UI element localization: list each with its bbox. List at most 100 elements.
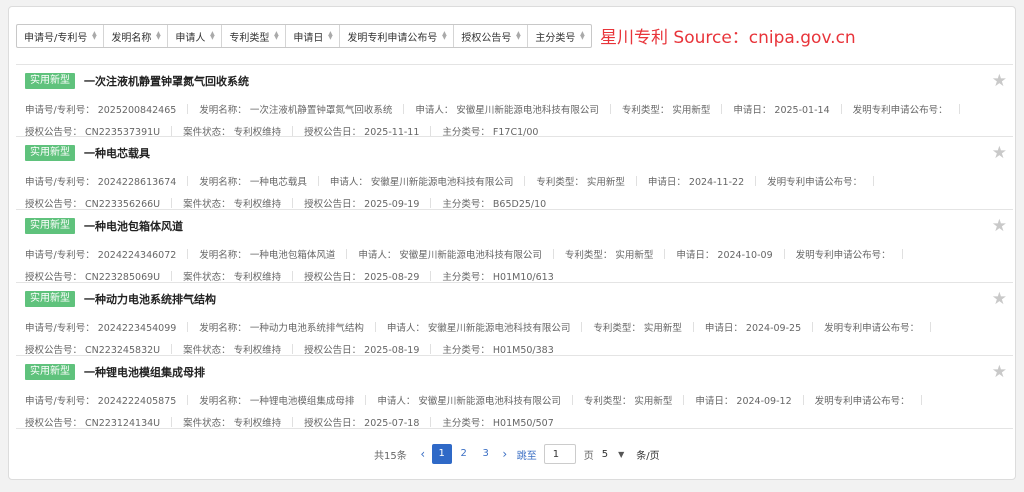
page-size-select[interactable]: 5 ▼ (602, 449, 625, 460)
application-date: 申请日： 2024-11-22 (647, 177, 745, 188)
star-icon[interactable]: ★ (992, 143, 1007, 163)
item-header: 实用新型 一种电池包箱体风道 (25, 218, 183, 234)
page-1[interactable]: 1 (431, 444, 452, 464)
item-header: 实用新型 一种锂电池模组集成母排 (25, 364, 205, 380)
sort-label: 发明专利申请公布号 (347, 32, 438, 44)
publication-number: 发明专利申请公布号： (814, 396, 910, 407)
sort-invention-name[interactable]: 发明名称 ▲ ▼ (104, 25, 169, 47)
chevron-right-icon[interactable]: › (497, 447, 513, 461)
patent-type: 专利类型： 实用新型 (564, 250, 654, 261)
app-no: 申请号/专利号： 2024224346072 (25, 250, 177, 261)
star-icon[interactable]: ★ (992, 216, 1007, 236)
grant-number: 授权公告号： CN223285069U (25, 272, 161, 283)
chevron-left-icon[interactable]: ‹ (415, 447, 431, 461)
application-date: 申请日： 2024-09-12 (695, 396, 792, 407)
page-3[interactable]: 3 (476, 444, 496, 464)
results-panel: 申请号/专利号 ▲ ▼ 发明名称 ▲ ▼ 申请人 ▲ ▼ 专利类型 ▲ ▼ 申请日 ▲ ▼ 发明专利… (8, 6, 1016, 480)
application-date: 申请日： 2024-10-09 (676, 250, 773, 261)
sort-label: 授权公告号 (461, 32, 512, 44)
source-watermark: 星川专利 Source：cnipa.gov.cn (600, 28, 856, 48)
total-count: 共15条 (374, 450, 407, 462)
page-unit: 页 (583, 450, 594, 462)
page-input[interactable] (543, 444, 576, 464)
app-no: 申请号/专利号： 2024222405875 (25, 396, 177, 407)
star-icon[interactable]: ★ (992, 71, 1007, 91)
main-class: 主分类号： H01M50/507 (442, 418, 554, 429)
application-date: 申请日： 2025-01-14 (733, 105, 830, 116)
sort-applicant[interactable]: 申请人 ▲ ▼ (168, 25, 223, 47)
patent-type-tag: 实用新型 (25, 73, 75, 89)
patent-type: 专利类型： 实用新型 (593, 323, 682, 334)
patent-title-link[interactable]: 一次注液机静置钟罩氮气回收系统 (84, 73, 249, 89)
sort-publication-number[interactable]: 发明专利申请公布号 ▲ ▼ (340, 25, 455, 47)
patent-type-tag: 实用新型 (25, 364, 75, 380)
patent-title-link[interactable]: 一种锂电池模组集成母排 (84, 364, 205, 380)
invention-name: 发明名称： 一种动力电池系统排气结构 (199, 323, 364, 334)
grant-number: 授权公告号： CN223356266U (25, 199, 161, 210)
sort-arrows-icon: ▲ ▼ (580, 30, 585, 41)
case-status: 案件状态： 专利权维持 (183, 199, 282, 210)
sort-arrows-icon: ▲ ▼ (92, 30, 97, 41)
list-item[interactable]: 实用新型 一次注液机静置钟罩氮气回收系统 ★ 申请号/专利号： 20252008… (16, 64, 1013, 138)
star-icon[interactable]: ★ (992, 362, 1007, 382)
page-2[interactable]: 2 (454, 444, 474, 464)
sort-arrows-icon: ▲ ▼ (274, 30, 279, 41)
patent-type: 专利类型： 实用新型 (536, 177, 625, 188)
publication-number: 发明专利申请公布号： (824, 323, 920, 334)
sort-label: 主分类号 (535, 32, 576, 44)
patent-type-tag: 实用新型 (25, 218, 75, 234)
patent-type-tag: 实用新型 (25, 291, 75, 307)
list-item[interactable]: 实用新型 一种动力电池系统排气结构 ★ 申请号/专利号： 20242234540… (16, 283, 1013, 356)
list-item[interactable]: 实用新型 一种电芯载具 ★ 申请号/专利号： 2024228613674 发明名称… (16, 137, 1013, 210)
grant-date: 授权公告日： 2025-09-19 (304, 199, 420, 210)
applicant: 申请人： 安徽星川新能源电池科技有限公司 (329, 177, 514, 188)
sort-application-number[interactable]: 申请号/专利号 ▲ ▼ (17, 25, 105, 47)
publication-number: 发明专利申请公布号： (767, 177, 863, 188)
list-item[interactable]: 实用新型 一种电池包箱体风道 ★ 申请号/专利号： 2024224346072 发… (16, 210, 1013, 283)
sort-arrows-icon: ▲ ▼ (442, 30, 447, 41)
jump-to-label[interactable]: 跳至 (517, 447, 537, 462)
case-status: 案件状态： 专利权维持 (183, 345, 282, 356)
star-icon[interactable]: ★ (992, 289, 1007, 309)
sort-bar: 申请号/专利号 ▲ ▼ 发明名称 ▲ ▼ 申请人 ▲ ▼ 专利类型 ▲ ▼ 申请日 ▲ ▼ 发明专利… (16, 24, 593, 48)
patent-list: 实用新型 一次注液机静置钟罩氮气回收系统 ★ 申请号/专利号： 20252008… (16, 64, 1013, 429)
patent-title-link[interactable]: 一种电芯载具 (84, 145, 150, 161)
main-class: 主分类号： H01M10/613 (442, 272, 554, 283)
patent-type: 专利类型： 实用新型 (621, 105, 711, 116)
sort-grant-number[interactable]: 授权公告号 ▲ ▼ (454, 25, 529, 47)
grant-date: 授权公告日： 2025-08-29 (304, 272, 420, 283)
sort-application-date[interactable]: 申请日 ▲ ▼ (286, 25, 341, 47)
app-no: 申请号/专利号： 2024228613674 (25, 177, 177, 188)
sort-arrows-icon: ▲ ▼ (328, 30, 333, 41)
application-date: 申请日： 2024-09-25 (704, 323, 802, 334)
patent-type: 专利类型： 实用新型 (583, 396, 673, 407)
main-class: 主分类号： H01M50/383 (442, 345, 554, 356)
per-page-unit: 条/页 (636, 450, 660, 462)
applicant: 申请人： 安徽星川新能源电池科技有限公司 (386, 323, 571, 334)
invention-name: 发明名称： 一种电池包箱体风道 (199, 250, 336, 261)
main-class: 主分类号： B65D25/10 (442, 199, 547, 210)
patent-title-link[interactable]: 一种电池包箱体风道 (84, 218, 183, 234)
publication-number: 发明专利申请公布号： (852, 105, 948, 116)
item-header: 实用新型 一种电芯载具 (25, 145, 150, 161)
grant-number: 授权公告号： CN223245832U (25, 345, 161, 356)
patent-type-tag: 实用新型 (25, 145, 75, 161)
patent-title-link[interactable]: 一种动力电池系统排气结构 (84, 291, 216, 307)
pagination: 共15条 ‹ 1 2 3 › 跳至 页 5▼ 条/页 (374, 443, 660, 465)
case-status: 案件状态： 专利权维持 (183, 418, 282, 429)
app-no: 申请号/专利号： 2024223454099 (25, 323, 177, 334)
applicant: 申请人： 安徽星川新能源电池科技有限公司 (415, 105, 599, 116)
sort-patent-type[interactable]: 专利类型 ▲ ▼ (222, 25, 287, 47)
applicant: 申请人： 安徽星川新能源电池科技有限公司 (358, 250, 542, 261)
item-header: 实用新型 一次注液机静置钟罩氮气回收系统 (25, 73, 249, 89)
sort-label: 发明名称 (111, 32, 152, 44)
sort-main-class[interactable]: 主分类号 ▲ ▼ (528, 25, 591, 47)
sort-label: 申请人 (175, 32, 206, 44)
list-item[interactable]: 实用新型 一种锂电池模组集成母排 ★ 申请号/专利号： 202422240587… (16, 356, 1013, 429)
sort-label: 申请号/专利号 (24, 32, 88, 44)
caret-down-icon: ▼ (618, 449, 625, 459)
sort-arrows-icon: ▲ ▼ (516, 30, 521, 41)
sort-label: 专利类型 (229, 32, 270, 44)
item-header: 实用新型 一种动力电池系统排气结构 (25, 291, 216, 307)
applicant: 申请人： 安徽星川新能源电池科技有限公司 (377, 396, 561, 407)
